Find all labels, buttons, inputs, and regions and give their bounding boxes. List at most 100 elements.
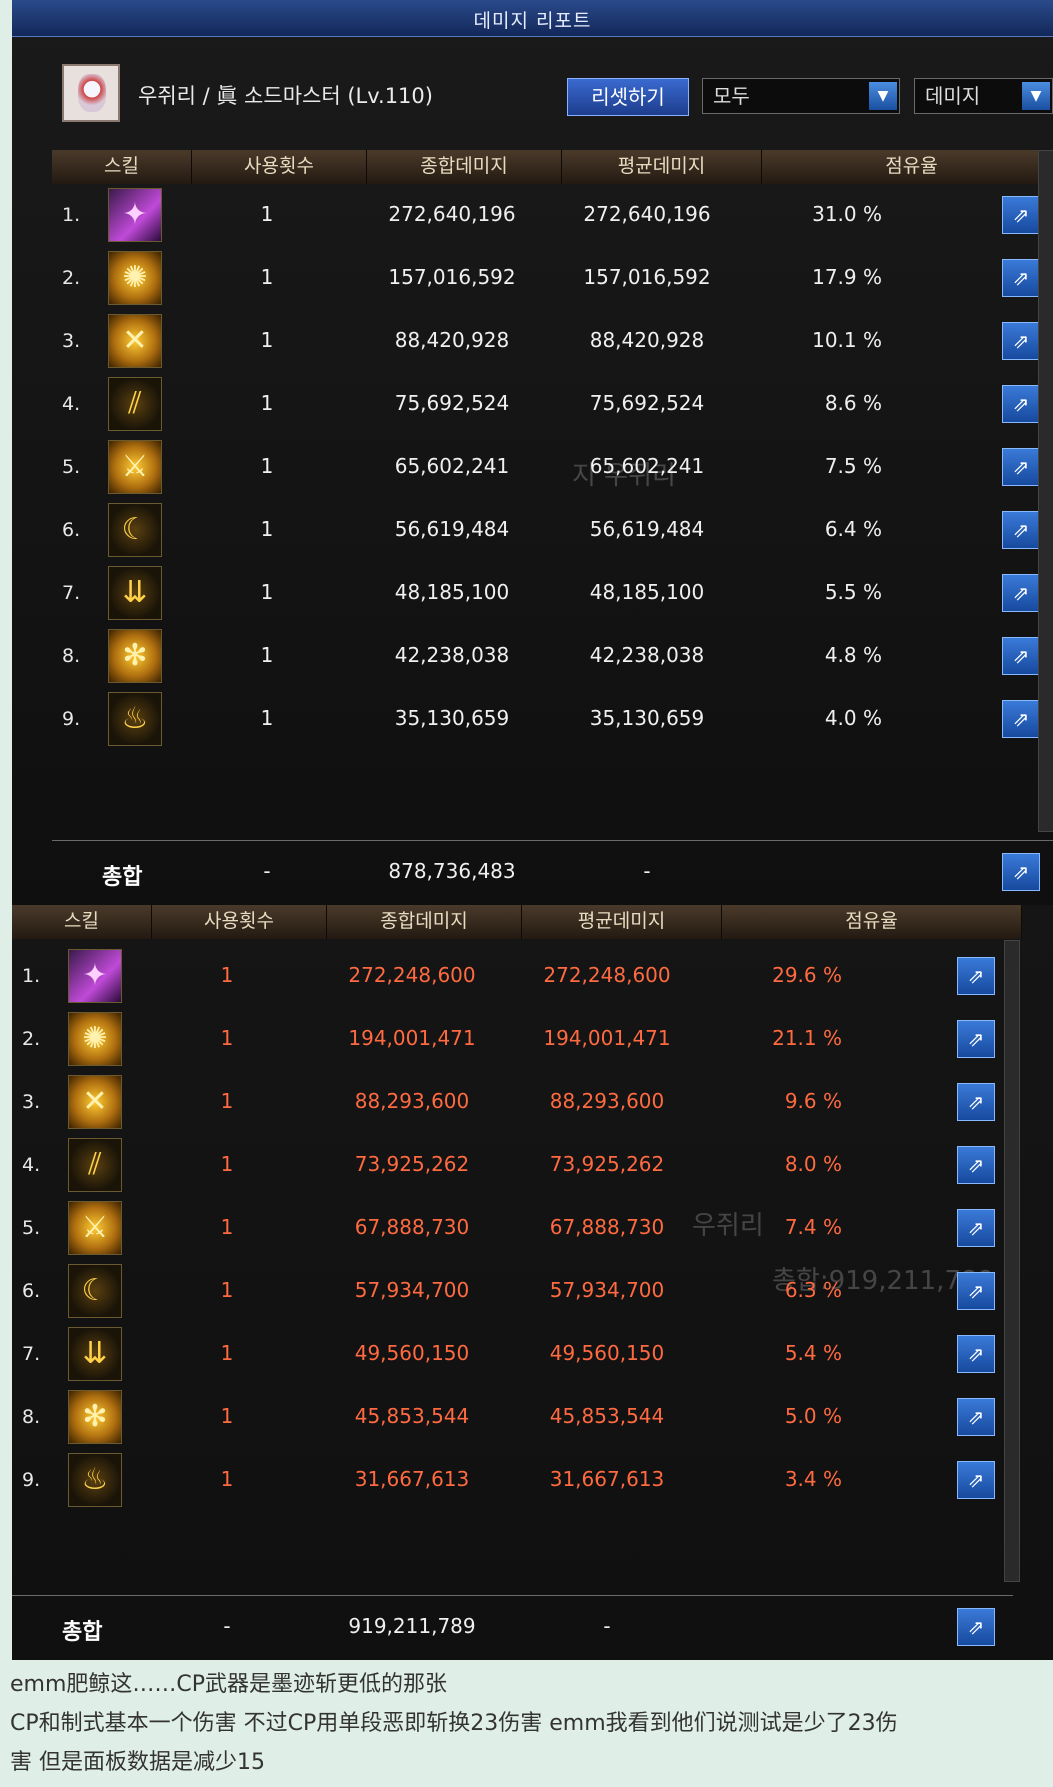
share-export-icon[interactable]: ⇗ bbox=[1002, 448, 1040, 486]
share-export-icon[interactable]: ⇗ bbox=[957, 1020, 995, 1058]
table-row[interactable]: 6. ☾ 1 57,934,700 57,934,700 6.3 % ⇗ bbox=[12, 1260, 1013, 1323]
table-row[interactable]: 6. ☾ 1 56,619,484 56,619,484 6.4 % ⇗ bbox=[52, 499, 1053, 562]
rank: 9. bbox=[22, 1469, 41, 1491]
table-row[interactable]: 5. ⚔ 1 65,602,241 65,602,241 7.5 % ⇗ bbox=[52, 436, 1053, 499]
share-export-icon[interactable]: ⇗ bbox=[957, 957, 995, 995]
total-damage: 157,016,592 bbox=[388, 265, 516, 289]
share-percent: 3.4 % bbox=[784, 1467, 842, 1491]
share-percent: 7.5 % bbox=[824, 454, 882, 478]
table-row[interactable]: 2. ✺ 1 194,001,471 194,001,471 21.1 % ⇗ bbox=[12, 1008, 1013, 1071]
average-damage: 31,667,613 bbox=[549, 1467, 665, 1491]
use-count: 1 bbox=[220, 1152, 234, 1176]
rank: 5. bbox=[62, 456, 81, 478]
average-damage: 88,420,928 bbox=[589, 328, 705, 352]
share-export-icon[interactable]: ⇗ bbox=[957, 1335, 995, 1373]
table-row[interactable]: 9. ♨ 1 31,667,613 31,667,613 3.4 % ⇗ bbox=[12, 1449, 1013, 1512]
share-percent: 10.1 % bbox=[812, 328, 882, 352]
share-export-icon[interactable]: ⇗ bbox=[957, 1608, 995, 1646]
reset-button[interactable]: 리셋하기 bbox=[567, 78, 689, 116]
claw-slash-icon: ⫽ bbox=[108, 377, 162, 431]
share-export-icon[interactable]: ⇗ bbox=[957, 1461, 995, 1499]
share-export-icon[interactable]: ⇗ bbox=[1002, 637, 1040, 675]
table-row[interactable]: 2. ✺ 1 157,016,592 157,016,592 17.9 % ⇗ bbox=[52, 247, 1053, 310]
share-export-icon[interactable]: ⇗ bbox=[1002, 322, 1040, 360]
use-count: 1 bbox=[260, 706, 274, 730]
share-export-icon[interactable]: ⇗ bbox=[1002, 259, 1040, 297]
table-row[interactable]: 9. ♨ 1 35,130,659 35,130,659 4.0 % ⇗ bbox=[52, 688, 1053, 751]
share-export-icon[interactable]: ⇗ bbox=[957, 1398, 995, 1436]
total-damage: 57,934,700 bbox=[354, 1278, 470, 1302]
filter-select-all[interactable]: 모두 ▼ bbox=[702, 78, 900, 114]
table-row[interactable]: 3. ✕ 1 88,293,600 88,293,600 9.6 % ⇗ bbox=[12, 1071, 1013, 1134]
share-export-icon[interactable]: ⇗ bbox=[1002, 700, 1040, 738]
column-header: 점유율 bbox=[762, 150, 1053, 184]
table-row[interactable]: 3. ✕ 1 88,420,928 88,420,928 10.1 % ⇗ bbox=[52, 310, 1053, 373]
use-count: 1 bbox=[260, 517, 274, 541]
average-damage: 272,248,600 bbox=[543, 963, 671, 987]
share-export-icon[interactable]: ⇗ bbox=[1002, 511, 1040, 549]
column-header: 사용횟수 bbox=[152, 905, 327, 939]
total-damage: 31,667,613 bbox=[354, 1467, 470, 1491]
chevron-down-icon[interactable]: ▼ bbox=[1022, 82, 1050, 110]
crescent-icon: ☾ bbox=[68, 1264, 122, 1318]
vortex-icon: ✻ bbox=[108, 629, 162, 683]
table-row[interactable]: 1. ✦ 1 272,640,196 272,640,196 31.0 % ⇗ bbox=[52, 184, 1053, 247]
share-percent: 31.0 % bbox=[812, 202, 882, 226]
share-export-icon[interactable]: ⇗ bbox=[957, 1272, 995, 1310]
swords-rain-icon: ⇊ bbox=[68, 1327, 122, 1381]
scrollbar[interactable] bbox=[1004, 940, 1020, 1582]
average-damage: 157,016,592 bbox=[583, 265, 711, 289]
table-row[interactable]: 1. ✦ 1 272,248,600 272,248,600 29.6 % ⇗ bbox=[12, 945, 1013, 1008]
total-uses: - bbox=[263, 859, 271, 883]
report-header: 우쥐리 / 眞 소드마스터 (Lv.110) 리셋하기 모두 ▼ 데미지 ▼ bbox=[52, 62, 1053, 126]
flame-sword-icon: ♨ bbox=[108, 692, 162, 746]
table-row[interactable]: 7. ⇊ 1 48,185,100 48,185,100 5.5 % ⇗ bbox=[52, 562, 1053, 625]
share-percent: 4.0 % bbox=[824, 706, 882, 730]
share-percent: 21.1 % bbox=[772, 1026, 842, 1050]
share-export-icon[interactable]: ⇗ bbox=[957, 1209, 995, 1247]
rank: 4. bbox=[62, 393, 81, 415]
table-row[interactable]: 4. ⫽ 1 73,925,262 73,925,262 8.0 % ⇗ bbox=[12, 1134, 1013, 1197]
filter-select-damage[interactable]: 데미지 ▼ bbox=[914, 78, 1053, 114]
scrollbar[interactable] bbox=[1038, 150, 1053, 832]
column-header: 스킬 bbox=[12, 905, 152, 939]
share-export-icon[interactable]: ⇗ bbox=[957, 1146, 995, 1184]
rank: 7. bbox=[62, 582, 81, 604]
table-row[interactable]: 5. ⚔ 1 67,888,730 67,888,730 7.4 % ⇗ bbox=[12, 1197, 1013, 1260]
use-count: 1 bbox=[260, 391, 274, 415]
table-row[interactable]: 4. ⫽ 1 75,692,524 75,692,524 8.6 % ⇗ bbox=[52, 373, 1053, 436]
share-percent: 4.8 % bbox=[824, 643, 882, 667]
average-damage: 56,619,484 bbox=[589, 517, 705, 541]
total-row: 총합 - 919,211,789 - ⇗ bbox=[12, 1595, 1013, 1660]
chevron-down-icon[interactable]: ▼ bbox=[869, 82, 897, 110]
rank: 3. bbox=[62, 330, 81, 352]
column-header: 종합데미지 bbox=[327, 905, 522, 939]
table-row[interactable]: 7. ⇊ 1 49,560,150 49,560,150 5.4 % ⇗ bbox=[12, 1323, 1013, 1386]
rank: 6. bbox=[22, 1280, 41, 1302]
share-export-icon[interactable]: ⇗ bbox=[1002, 574, 1040, 612]
average-damage: 65,602,241 bbox=[589, 454, 705, 478]
rank: 1. bbox=[62, 204, 81, 226]
total-damage: 42,238,038 bbox=[394, 643, 510, 667]
rank: 7. bbox=[22, 1343, 41, 1365]
total-damage: 56,619,484 bbox=[394, 517, 510, 541]
damage-report-panel-2: 우쥐리 총합:919,211,789 스킬 사용횟수 종합데미지 평균데미지 점유율 1… bbox=[12, 905, 1053, 1660]
share-export-icon[interactable]: ⇗ bbox=[1002, 196, 1040, 234]
average-damage: 42,238,038 bbox=[589, 643, 705, 667]
table-header: 스킬 사용횟수 종합데미지 평균데미지 점유율 bbox=[12, 905, 1022, 939]
share-export-icon[interactable]: ⇗ bbox=[1002, 853, 1040, 891]
rank: 9. bbox=[62, 708, 81, 730]
table-row[interactable]: 8. ✻ 1 45,853,544 45,853,544 5.0 % ⇗ bbox=[12, 1386, 1013, 1449]
rank: 5. bbox=[22, 1217, 41, 1239]
total-damage: 45,853,544 bbox=[354, 1404, 470, 1428]
caption-line-1: emm肥鲸这……CP武器是墨迹斩更低的那张 bbox=[10, 1672, 448, 1697]
share-export-icon[interactable]: ⇗ bbox=[1002, 385, 1040, 423]
use-count: 1 bbox=[260, 454, 274, 478]
total-damage: 88,293,600 bbox=[354, 1089, 470, 1113]
use-count: 1 bbox=[220, 1404, 234, 1428]
table-row[interactable]: 8. ✻ 1 42,238,038 42,238,038 4.8 % ⇗ bbox=[52, 625, 1053, 688]
share-export-icon[interactable]: ⇗ bbox=[957, 1083, 995, 1121]
total-uses: - bbox=[223, 1614, 231, 1638]
total-damage: 67,888,730 bbox=[354, 1215, 470, 1239]
column-header: 평균데미지 bbox=[522, 905, 722, 939]
